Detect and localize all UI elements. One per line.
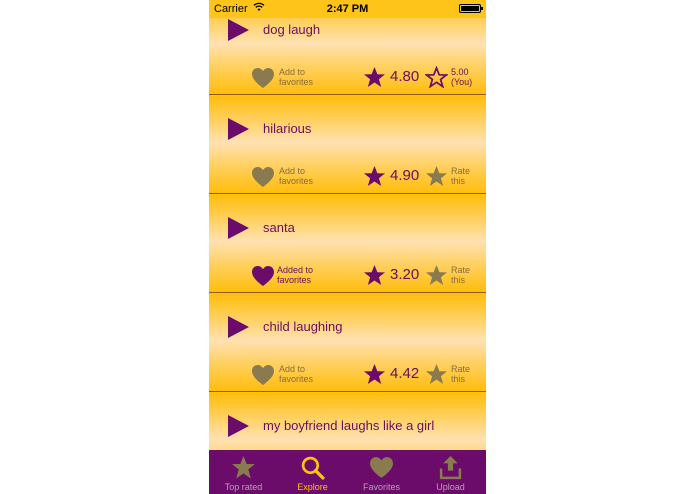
play-icon[interactable] <box>226 414 250 438</box>
rate-star-icon[interactable] <box>425 165 448 187</box>
play-icon[interactable] <box>226 18 250 42</box>
list-item[interactable]: hilarious Add to favorites 4.90 Rate thi… <box>209 96 486 194</box>
status-bar: Carrier 2:47 PM <box>209 0 486 18</box>
add-to-favorites-label[interactable]: Add to favorites <box>279 67 339 87</box>
user-rating-label: 5.00 (You) <box>451 67 473 87</box>
magnifier-icon <box>301 456 325 480</box>
item-title: my boyfriend laughs like a girl <box>263 418 435 433</box>
heart-filled-icon[interactable] <box>251 265 275 287</box>
add-to-favorites-label[interactable]: Add to favorites <box>279 364 339 384</box>
star-icon <box>363 363 386 385</box>
tab-label: Upload <box>436 482 465 492</box>
star-outline-icon[interactable] <box>425 66 448 88</box>
added-to-favorites-label[interactable]: Added to favorites <box>277 265 337 285</box>
rating-score: 4.80 <box>390 68 420 85</box>
add-to-favorites-label[interactable]: Add to favorites <box>279 166 339 186</box>
rate-star-icon[interactable] <box>425 363 448 385</box>
tab-label: Favorites <box>362 482 400 492</box>
star-icon <box>363 165 386 187</box>
item-title: santa <box>263 220 295 235</box>
item-title: hilarious <box>263 121 312 136</box>
star-icon <box>363 264 386 286</box>
heart-icon <box>370 457 393 478</box>
item-title: dog laugh <box>263 22 321 37</box>
laugh-list[interactable]: dog laugh Add to favorites 4.80 5.00 (Yo… <box>209 0 486 491</box>
rating-score: 3.20 <box>390 266 420 283</box>
star-icon <box>363 66 386 88</box>
tab-upload[interactable]: Upload <box>416 450 485 494</box>
rating-score: 4.90 <box>390 167 420 184</box>
star-icon <box>232 456 255 479</box>
tab-favorites[interactable]: Favorites <box>347 450 416 494</box>
rating-score: 4.42 <box>390 365 420 382</box>
heart-outline-icon[interactable] <box>251 166 275 188</box>
battery-icon <box>459 4 483 13</box>
rate-this-label[interactable]: Rate this <box>451 166 483 186</box>
tab-label: Explore <box>297 482 328 492</box>
status-time: 2:47 PM <box>326 3 369 15</box>
tab-label: Top rated <box>224 482 263 492</box>
play-icon[interactable] <box>226 315 250 339</box>
phone-screen: Carrier 2:47 PM dog laugh Add to favorit… <box>209 0 486 494</box>
rate-this-label[interactable]: Rate this <box>451 265 483 285</box>
upload-icon <box>439 456 462 480</box>
list-item[interactable]: santa Added to favorites 3.20 Rate this <box>209 195 486 293</box>
tab-top-rated[interactable]: Top rated <box>209 450 278 494</box>
item-title: child laughing <box>263 319 343 334</box>
heart-outline-icon[interactable] <box>251 67 275 89</box>
tab-explore[interactable]: Explore <box>278 450 347 494</box>
rate-this-label[interactable]: Rate this <box>451 364 483 384</box>
play-icon[interactable] <box>226 216 250 240</box>
play-icon[interactable] <box>226 117 250 141</box>
rate-star-icon[interactable] <box>425 264 448 286</box>
heart-outline-icon[interactable] <box>251 364 275 386</box>
tab-bar: Top rated Explore Favorites Upload <box>209 450 486 494</box>
list-item[interactable]: child laughing Add to favorites 4.42 Rat… <box>209 294 486 392</box>
